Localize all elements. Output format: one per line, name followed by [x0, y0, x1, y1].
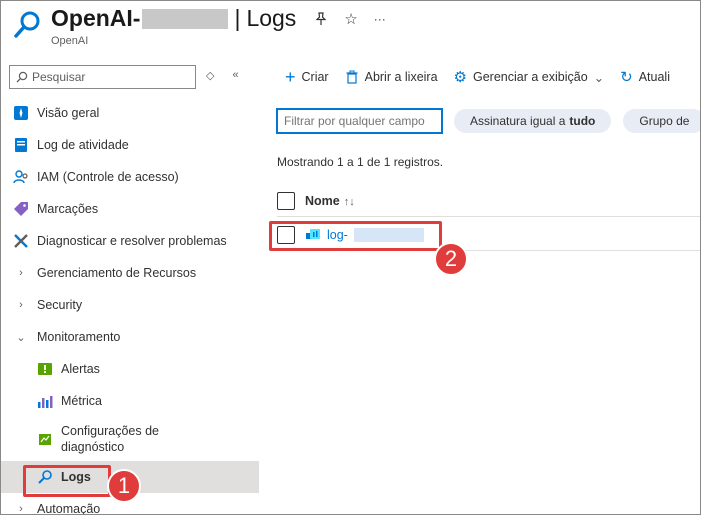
page-title: OpenAI- | Logs ☆ ··· — [51, 5, 386, 32]
sidebar-item-label: Gerenciamento de Recursos — [37, 266, 197, 280]
sidebar-item-label: Visão geral — [37, 106, 100, 120]
chevron-right-icon: › — [19, 267, 23, 279]
page-header: OpenAI- | Logs ☆ ··· OpenAI — [1, 1, 700, 57]
page-name: Logs — [246, 5, 297, 31]
sidebar-item-label: Log de atividade — [37, 138, 129, 152]
resource-type-subtitle: OpenAI — [51, 35, 89, 47]
chevron-down-icon: ⌄ — [593, 70, 605, 85]
table-header: Nome ↑↓ — [277, 185, 700, 217]
sort-icon: ↑↓ — [343, 195, 355, 208]
chevron-right-icon: › — [19, 503, 23, 515]
trash-icon — [346, 70, 358, 84]
activity-log-icon — [13, 137, 29, 153]
subscription-filter-pill[interactable]: Assinatura igual a tudo — [454, 109, 612, 133]
tag-icon — [13, 201, 29, 217]
filter-bar: Assinatura igual a tudo Grupo de — [276, 108, 700, 134]
alert-icon — [37, 361, 53, 377]
sidebar-item-label: Marcações — [37, 202, 99, 216]
metrics-icon — [37, 393, 53, 409]
recycle-bin-button[interactable]: Abrir a lixeira — [345, 70, 438, 84]
highlight-logs-menu-item — [23, 465, 111, 497]
redacted-resource-suffix — [142, 8, 229, 29]
collapse-menu-icon[interactable]: « — [232, 69, 238, 82]
app-window: OpenAI- | Logs ☆ ··· OpenAI Pesquisar ◇ … — [0, 0, 701, 515]
refresh-label: Atuali — [638, 70, 670, 84]
iam-icon — [13, 169, 29, 185]
sidebar-item-overview[interactable]: Visão geral — [1, 97, 259, 129]
command-bar: + Criar Abrir a lixeira ⚙ Gerenciar a ex… — [259, 57, 700, 97]
sidebar-item-alerts[interactable]: Alertas — [1, 353, 259, 385]
expand-toggle-icon[interactable]: ◇ — [206, 69, 214, 82]
search-icon — [16, 71, 28, 83]
sidebar-item-label: Alertas — [61, 362, 100, 376]
plus-icon: + — [285, 66, 296, 87]
refresh-button[interactable]: ↻ Atuali — [620, 68, 670, 86]
chevron-down-icon: ⌄ — [16, 331, 26, 344]
diagnostic-settings-icon — [37, 431, 53, 447]
sidebar-item-label: Monitoramento — [37, 330, 121, 344]
sidebar-group-security[interactable]: › Security — [1, 289, 259, 321]
sidebar-item-label: Configurações de diagnóstico — [61, 424, 159, 454]
group-filter-label: Grupo de — [639, 114, 690, 128]
column-header-name[interactable]: Nome ↑↓ — [305, 194, 355, 208]
create-button[interactable]: + Criar — [285, 67, 329, 88]
gear-icon: ⚙ — [453, 69, 467, 86]
sidebar-item-label: IAM (Controle de acesso) — [37, 170, 179, 184]
sidebar-item-label: Diagnosticar e resolver problemas — [37, 234, 227, 248]
more-icon[interactable]: ··· — [374, 12, 386, 26]
sidebar-item-metrics[interactable]: Métrica — [1, 385, 259, 417]
sidebar-item-diagnose[interactable]: Diagnosticar e resolver problemas — [1, 225, 259, 257]
sidebar-group-monitoring[interactable]: ⌄ Monitoramento — [1, 321, 259, 353]
sidebar-item-label: Automação — [37, 502, 101, 515]
pin-icon[interactable] — [314, 11, 328, 26]
step-badge-1: 1 — [107, 469, 141, 503]
filter-input[interactable] — [276, 108, 443, 134]
wrench-icon — [13, 233, 29, 249]
overview-icon — [13, 105, 29, 121]
step-badge-2: 2 — [434, 242, 468, 276]
create-label: Criar — [301, 70, 329, 84]
manage-view-button[interactable]: ⚙ Gerenciar a exibição ⌄ — [454, 68, 605, 86]
sidebar-item-iam[interactable]: IAM (Controle de acesso) — [1, 161, 259, 193]
sidebar-item-activity-log[interactable]: Log de atividade — [1, 129, 259, 161]
resource-name: OpenAI- — [51, 5, 141, 31]
refresh-icon: ↻ — [620, 69, 633, 86]
logs-search-icon — [14, 11, 40, 38]
sidebar-item-diagnostic-settings[interactable]: Configurações de diagnóstico — [1, 417, 259, 461]
chevron-right-icon: › — [19, 299, 23, 311]
menu-list: Visão geral Log de atividade IAM (Contro… — [1, 97, 259, 515]
subscription-filter-value: tudo — [569, 114, 596, 128]
sidebar-item-tags[interactable]: Marcações — [1, 193, 259, 225]
recycle-bin-label: Abrir a lixeira — [364, 70, 438, 84]
sidebar-item-label: Métrica — [61, 394, 102, 408]
record-count: Mostrando 1 a 1 de 1 registros. — [277, 155, 444, 169]
subscription-filter-label: Assinatura igual a — [470, 114, 566, 128]
group-filter-pill[interactable]: Grupo de — [623, 109, 700, 133]
title-separator: | — [234, 5, 241, 31]
resource-menu: Pesquisar ◇ « Visão geral Log de ativida… — [1, 57, 259, 515]
menu-search-input[interactable]: Pesquisar — [9, 65, 196, 89]
main-content: + Criar Abrir a lixeira ⚙ Gerenciar a ex… — [259, 57, 700, 514]
star-icon[interactable]: ☆ — [344, 10, 357, 28]
highlight-workspace-row — [269, 221, 442, 251]
select-all-checkbox[interactable] — [277, 191, 295, 210]
manage-view-label: Gerenciar a exibição — [473, 70, 588, 84]
sidebar-group-resource-management[interactable]: › Gerenciamento de Recursos — [1, 257, 259, 289]
search-placeholder: Pesquisar — [32, 70, 86, 84]
sidebar-item-label: Security — [37, 298, 83, 312]
